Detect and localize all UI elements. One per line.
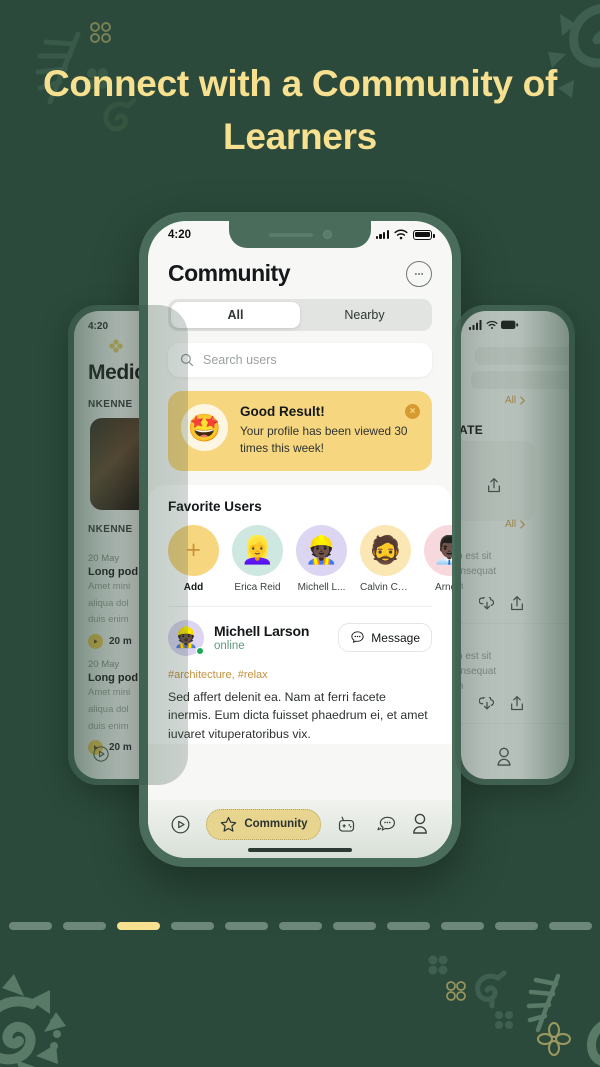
pagination-bar[interactable] [332,922,376,930]
close-icon[interactable]: × [405,404,420,419]
tab-chat[interactable] [373,814,395,835]
main-phone-screen: 4:20 Community All Nearby Search users 🤩… [148,221,452,858]
tab-play[interactable] [170,814,191,835]
tab-community-label: Community [244,818,308,830]
tab-all[interactable]: All [171,302,300,328]
chat-bubble-icon [377,816,395,831]
pagination-bar[interactable] [224,922,268,930]
notice-body: Your profile has been viewed 30 times th… [240,424,408,455]
spiral-ornament-icon [475,970,507,1009]
avatar[interactable]: 👨🏿‍💼 [424,524,452,576]
tab-profile[interactable] [410,813,430,835]
status-time: 4:20 [168,228,192,241]
app-header: Community [148,248,452,297]
post-author-name: Michell Larson [214,623,310,639]
wifi-icon [394,229,408,240]
pagination-bar[interactable] [548,922,592,930]
post-tags[interactable]: #architecture, #relax [168,669,432,681]
segmented-control[interactable]: All Nearby [168,299,432,331]
pagination-bar[interactable] [494,922,538,930]
sun-spiral-ornament-icon [0,974,66,1067]
battery-icon [413,229,435,240]
left-phone-overlay [68,305,188,785]
star-struck-emoji: 🤩 [181,404,228,451]
signal-bars-icon [375,230,389,239]
person-icon [413,813,428,834]
favorites-panel: Favorite Users + Add 👱‍♀️ Erica Reid 👷🏿 … [148,484,452,744]
post-header: 👷🏿 Michell Larson online Message [168,619,432,656]
favorite-user-label: Michell L... [297,581,346,593]
search-placeholder: Search users [203,353,277,367]
notice-card: 🤩 Good Result! Your profile has been vie… [168,391,432,471]
status-badge: online [214,640,245,652]
avatar[interactable]: 👷🏿 [296,524,347,576]
avatar[interactable]: 👱‍♀️ [232,524,283,576]
status-indicators [375,229,435,240]
right-phone-overlay [455,305,575,785]
tab-shows[interactable] [336,814,357,835]
favorite-user-label: Arnold [435,581,452,593]
play-circle-icon [171,815,190,833]
chat-dots-icon[interactable] [406,260,432,287]
pagination-bar[interactable] [8,922,52,930]
page-headline: Connect with a Community of Learners [42,63,557,157]
favorite-user-item[interactable]: 👱‍♀️ Erica Reid [232,524,283,593]
favorites-title: Favorite Users [168,498,262,514]
flower-ornament-icon [537,1022,571,1056]
pagination-bar[interactable] [440,922,484,930]
clover-ornament-icon [428,955,448,975]
message-button[interactable]: Message [338,623,432,652]
left-background-phone: 4:20 Medic NKENNE NKENNE 20 May Long pod… [68,305,188,785]
online-status-dot [196,646,204,655]
tv-icon [338,816,355,832]
notice-text: Good Result! Your profile has been viewe… [240,404,419,457]
pagination-dots[interactable] [0,922,600,930]
pagination-bar[interactable] [278,922,322,930]
clover-ornament-icon [495,1011,513,1029]
pagination-bar-active[interactable] [116,922,160,930]
flower-ornament-icon [446,981,466,1001]
right-background-phone: All ATE All o est sit [455,305,575,785]
fern-ornament-icon [526,973,561,1033]
divider [168,605,432,607]
pagination-bar[interactable] [170,922,214,930]
star-icon [221,816,237,832]
avatar[interactable]: 🧔 [360,524,411,576]
favorite-user-item[interactable]: 🧔 Calvin Cu... [360,524,411,593]
pagination-bar[interactable] [62,922,106,930]
pagination-bar[interactable] [386,922,430,930]
message-button-label: Message [371,630,420,645]
favorite-users-list[interactable]: + Add 👱‍♀️ Erica Reid 👷🏿 Michell L... 🧔 … [168,524,452,593]
page-title: Community [168,260,291,286]
search-input[interactable]: Search users [168,343,432,377]
tab-community[interactable]: Community [206,808,321,840]
sun-spiral-ornament-icon [587,1021,600,1066]
favorite-user-label: Calvin Cu... [360,581,411,593]
tab-nearby[interactable]: Nearby [300,302,429,328]
chat-dots-icon [351,631,364,643]
status-bar: 4:20 [148,221,452,248]
favorite-user-item[interactable]: 👨🏿‍💼 Arnold [424,524,452,593]
notice-title: Good Result! [240,404,325,419]
post-author-block: Michell Larson online [214,623,309,652]
favorite-user-label: Erica Reid [234,581,281,593]
post-body: Sed affert delenit ea. Nam at ferri face… [168,689,428,741]
favorite-user-item[interactable]: 👷🏿 Michell L... [296,524,347,593]
home-indicator [248,848,352,852]
